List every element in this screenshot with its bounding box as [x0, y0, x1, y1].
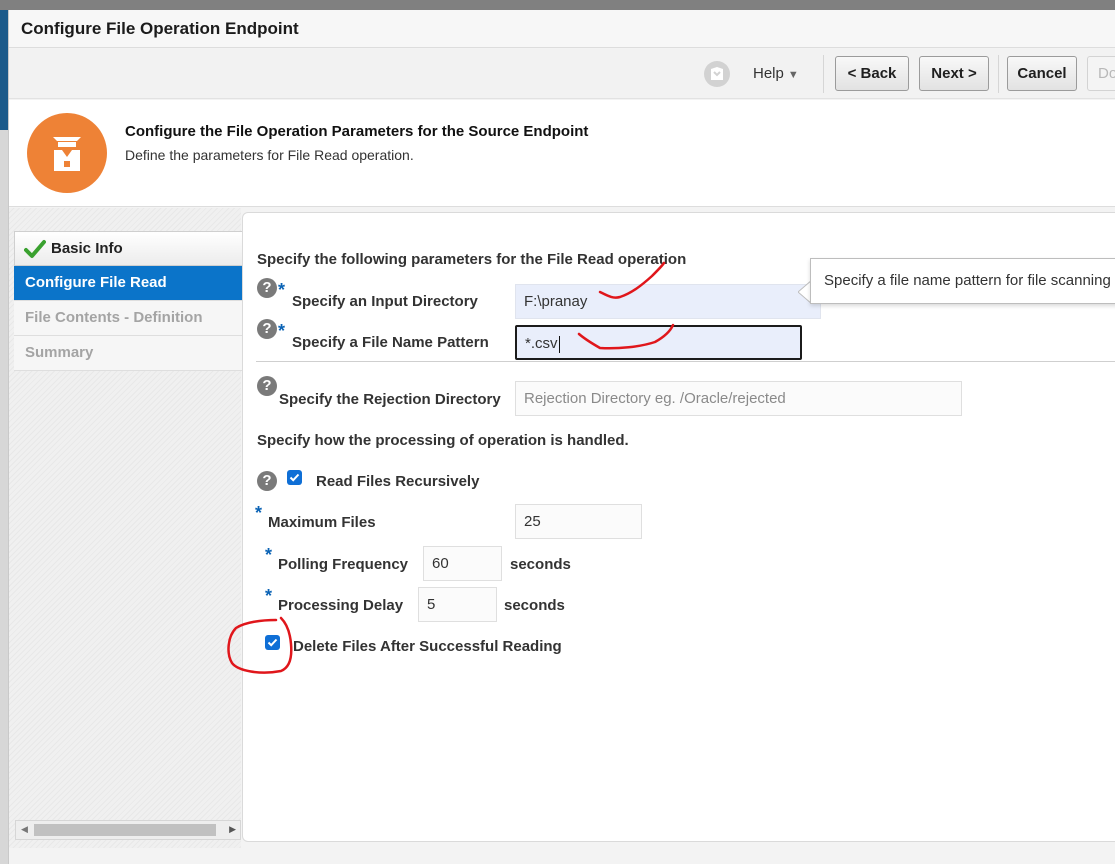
- toolbar-divider: [998, 55, 999, 93]
- form-panel: Specify the following parameters for the…: [242, 212, 1115, 842]
- train-horizontal-scrollbar[interactable]: ◀ ▶: [15, 820, 241, 840]
- polling-frequency-label: Polling Frequency: [278, 556, 409, 573]
- wizard-header: Configure the File Operation Parameters …: [9, 100, 1115, 207]
- configure-endpoint-dialog: Configure File Operation Endpoint Help ▼ …: [8, 10, 1115, 864]
- maximum-files-value: 25: [524, 513, 541, 530]
- next-button[interactable]: Next >: [919, 56, 989, 91]
- train-item-label: File Contents - Definition: [25, 309, 203, 326]
- input-directory-label: Specify an Input Directory: [292, 293, 478, 310]
- section-divider: [256, 361, 1115, 362]
- required-marker: *: [278, 321, 286, 341]
- back-button[interactable]: < Back: [835, 56, 909, 91]
- help-menu[interactable]: Help ▼: [753, 65, 799, 82]
- wizard-train: Basic Info Configure File Read File Cont…: [14, 231, 243, 371]
- page-title: Configure the File Operation Parameters …: [125, 123, 589, 140]
- polling-frequency-value: 60: [432, 555, 449, 572]
- polling-frequency-field[interactable]: 60: [423, 546, 502, 581]
- train-item-file-contents-definition[interactable]: File Contents - Definition: [14, 301, 243, 336]
- wizard-toolbar: Help▼ < Back Next > Cancel Do: [9, 49, 1115, 99]
- delete-after-read-label: Delete Files After Successful Reading: [293, 638, 562, 655]
- text-cursor: [558, 335, 560, 353]
- processing-delay-unit: seconds: [504, 597, 565, 614]
- file-name-pattern-value: *.csv: [525, 335, 558, 352]
- scroll-left-arrow-icon[interactable]: ◀: [21, 824, 28, 835]
- help-question-icon[interactable]: ?: [257, 319, 277, 339]
- done-button[interactable]: Do: [1087, 56, 1115, 91]
- chevron-down-icon: ▼: [787, 69, 799, 81]
- section-heading: Specify the following parameters for the…: [257, 251, 687, 268]
- dialog-title: Configure File Operation Endpoint: [21, 19, 299, 38]
- read-recursively-label: Read Files Recursively: [316, 473, 480, 490]
- file-name-pattern-label: Specify a File Name Pattern: [292, 334, 489, 351]
- help-question-icon[interactable]: ?: [257, 278, 277, 298]
- help-question-icon[interactable]: ?: [257, 471, 277, 491]
- user-badge-icon[interactable]: [704, 61, 730, 87]
- required-marker: *: [255, 503, 263, 523]
- maximum-files-label: Maximum Files: [268, 514, 376, 531]
- file-name-pattern-field[interactable]: *.csv: [515, 325, 802, 360]
- tooltip-text: Specify a file name pattern for file sca…: [824, 272, 1111, 289]
- dialog-titlebar: Configure File Operation Endpoint: [9, 10, 1115, 48]
- processing-delay-value: 5: [427, 596, 436, 613]
- rejection-directory-field[interactable]: Rejection Directory eg. /Oracle/rejected: [515, 381, 962, 416]
- file-pattern-tooltip: Specify a file name pattern for file sca…: [810, 258, 1115, 304]
- help-label: Help: [753, 65, 784, 82]
- train-item-label: Basic Info: [51, 240, 123, 257]
- toolbar-divider: [823, 55, 824, 93]
- adapter-icon: [27, 113, 107, 193]
- processing-delay-field[interactable]: 5: [418, 587, 497, 622]
- maximum-files-field[interactable]: 25: [515, 504, 642, 539]
- dialog-footer: [9, 848, 1115, 864]
- help-question-icon[interactable]: ?: [257, 376, 277, 396]
- cancel-button[interactable]: Cancel: [1007, 56, 1077, 91]
- input-directory-value: F:\pranay: [524, 293, 588, 310]
- required-marker: *: [278, 280, 286, 300]
- required-marker: *: [265, 586, 273, 606]
- scroll-right-arrow-icon[interactable]: ▶: [229, 824, 236, 835]
- processing-delay-label: Processing Delay: [278, 597, 404, 614]
- train-item-label: Summary: [25, 344, 94, 361]
- train-item-configure-file-read[interactable]: Configure File Read: [14, 266, 243, 301]
- train-item-summary[interactable]: Summary: [14, 336, 243, 371]
- rejection-directory-label: Specify the Rejection Directory: [279, 391, 501, 408]
- delete-after-read-checkbox[interactable]: [265, 635, 280, 650]
- required-marker: *: [265, 545, 273, 565]
- background-window: [0, 0, 1115, 10]
- processing-heading: Specify how the processing of operation …: [257, 432, 629, 449]
- input-directory-field[interactable]: F:\pranay: [515, 284, 821, 319]
- page-subtitle: Define the parameters for File Read oper…: [125, 147, 414, 163]
- background-window-edge: [0, 130, 8, 864]
- polling-frequency-unit: seconds: [510, 556, 571, 573]
- rejection-directory-placeholder: Rejection Directory eg. /Oracle/rejected: [524, 390, 786, 407]
- train-item-label: Configure File Read: [25, 274, 167, 291]
- read-recursively-checkbox[interactable]: [287, 470, 302, 485]
- train-item-basic-info[interactable]: Basic Info: [14, 231, 243, 266]
- scrollbar-thumb[interactable]: [34, 824, 216, 836]
